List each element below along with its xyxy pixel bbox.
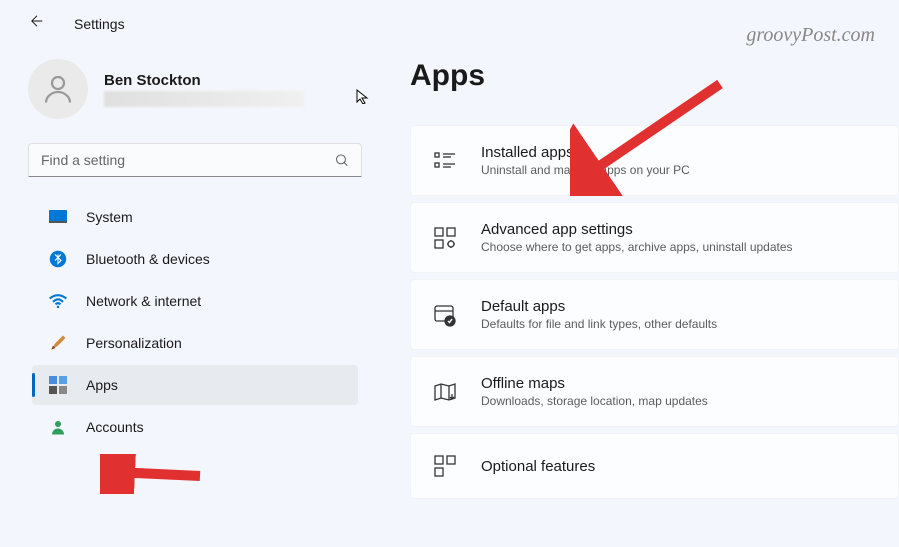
profile-email-redacted bbox=[104, 91, 304, 107]
card-desc: Choose where to get apps, archive apps, … bbox=[481, 240, 793, 254]
grid-gear-icon bbox=[431, 224, 459, 252]
card-default-apps[interactable]: Default apps Defaults for file and link … bbox=[410, 279, 899, 350]
sidebar-item-network[interactable]: Network & internet bbox=[32, 281, 358, 321]
profile-section[interactable]: Ben Stockton bbox=[20, 59, 370, 119]
sidebar-item-label: Bluetooth & devices bbox=[86, 251, 210, 267]
wifi-icon bbox=[48, 291, 68, 311]
sidebar-item-label: System bbox=[86, 209, 133, 225]
page-title: Apps bbox=[410, 59, 899, 93]
sidebar-item-label: Network & internet bbox=[86, 293, 201, 309]
sidebar-item-label: Accounts bbox=[86, 419, 144, 435]
card-advanced-app-settings[interactable]: Advanced app settings Choose where to ge… bbox=[410, 202, 899, 273]
arrow-left-icon bbox=[28, 12, 46, 30]
card-title: Installed apps bbox=[481, 144, 690, 161]
grid-plus-icon bbox=[431, 452, 459, 480]
map-download-icon bbox=[431, 378, 459, 406]
system-icon bbox=[48, 207, 68, 227]
card-offline-maps[interactable]: Offline maps Downloads, storage location… bbox=[410, 356, 899, 427]
profile-name: Ben Stockton bbox=[104, 72, 304, 89]
avatar bbox=[28, 59, 88, 119]
sidebar-item-accounts[interactable]: Accounts bbox=[32, 407, 358, 447]
sidebar-item-label: Personalization bbox=[86, 335, 182, 351]
search-icon bbox=[334, 152, 349, 168]
card-desc: Defaults for file and link types, other … bbox=[481, 317, 717, 331]
brush-icon bbox=[48, 333, 68, 353]
search-input[interactable] bbox=[41, 152, 334, 168]
sidebar-item-bluetooth[interactable]: Bluetooth & devices bbox=[32, 239, 358, 279]
person-icon bbox=[40, 71, 76, 107]
card-optional-features[interactable]: Optional features bbox=[410, 433, 899, 499]
accounts-icon bbox=[48, 417, 68, 437]
back-button[interactable] bbox=[24, 8, 50, 39]
card-installed-apps[interactable]: Installed apps Uninstall and manage apps… bbox=[410, 125, 899, 196]
sidebar-item-label: Apps bbox=[86, 377, 118, 393]
list-icon bbox=[431, 147, 459, 175]
sidebar-item-personalization[interactable]: Personalization bbox=[32, 323, 358, 363]
apps-icon bbox=[48, 375, 68, 395]
card-desc: Downloads, storage location, map updates bbox=[481, 394, 708, 408]
bluetooth-icon bbox=[48, 249, 68, 269]
card-title: Optional features bbox=[481, 458, 595, 475]
window-check-icon bbox=[431, 301, 459, 329]
header-title: Settings bbox=[74, 16, 125, 32]
sidebar-item-apps[interactable]: Apps bbox=[32, 365, 358, 405]
search-box[interactable] bbox=[28, 143, 362, 177]
card-title: Offline maps bbox=[481, 375, 708, 392]
sidebar-item-system[interactable]: System bbox=[32, 197, 358, 237]
card-title: Advanced app settings bbox=[481, 221, 793, 238]
watermark: groovyPost.com bbox=[746, 24, 875, 47]
card-title: Default apps bbox=[481, 298, 717, 315]
card-desc: Uninstall and manage apps on your PC bbox=[481, 163, 690, 177]
